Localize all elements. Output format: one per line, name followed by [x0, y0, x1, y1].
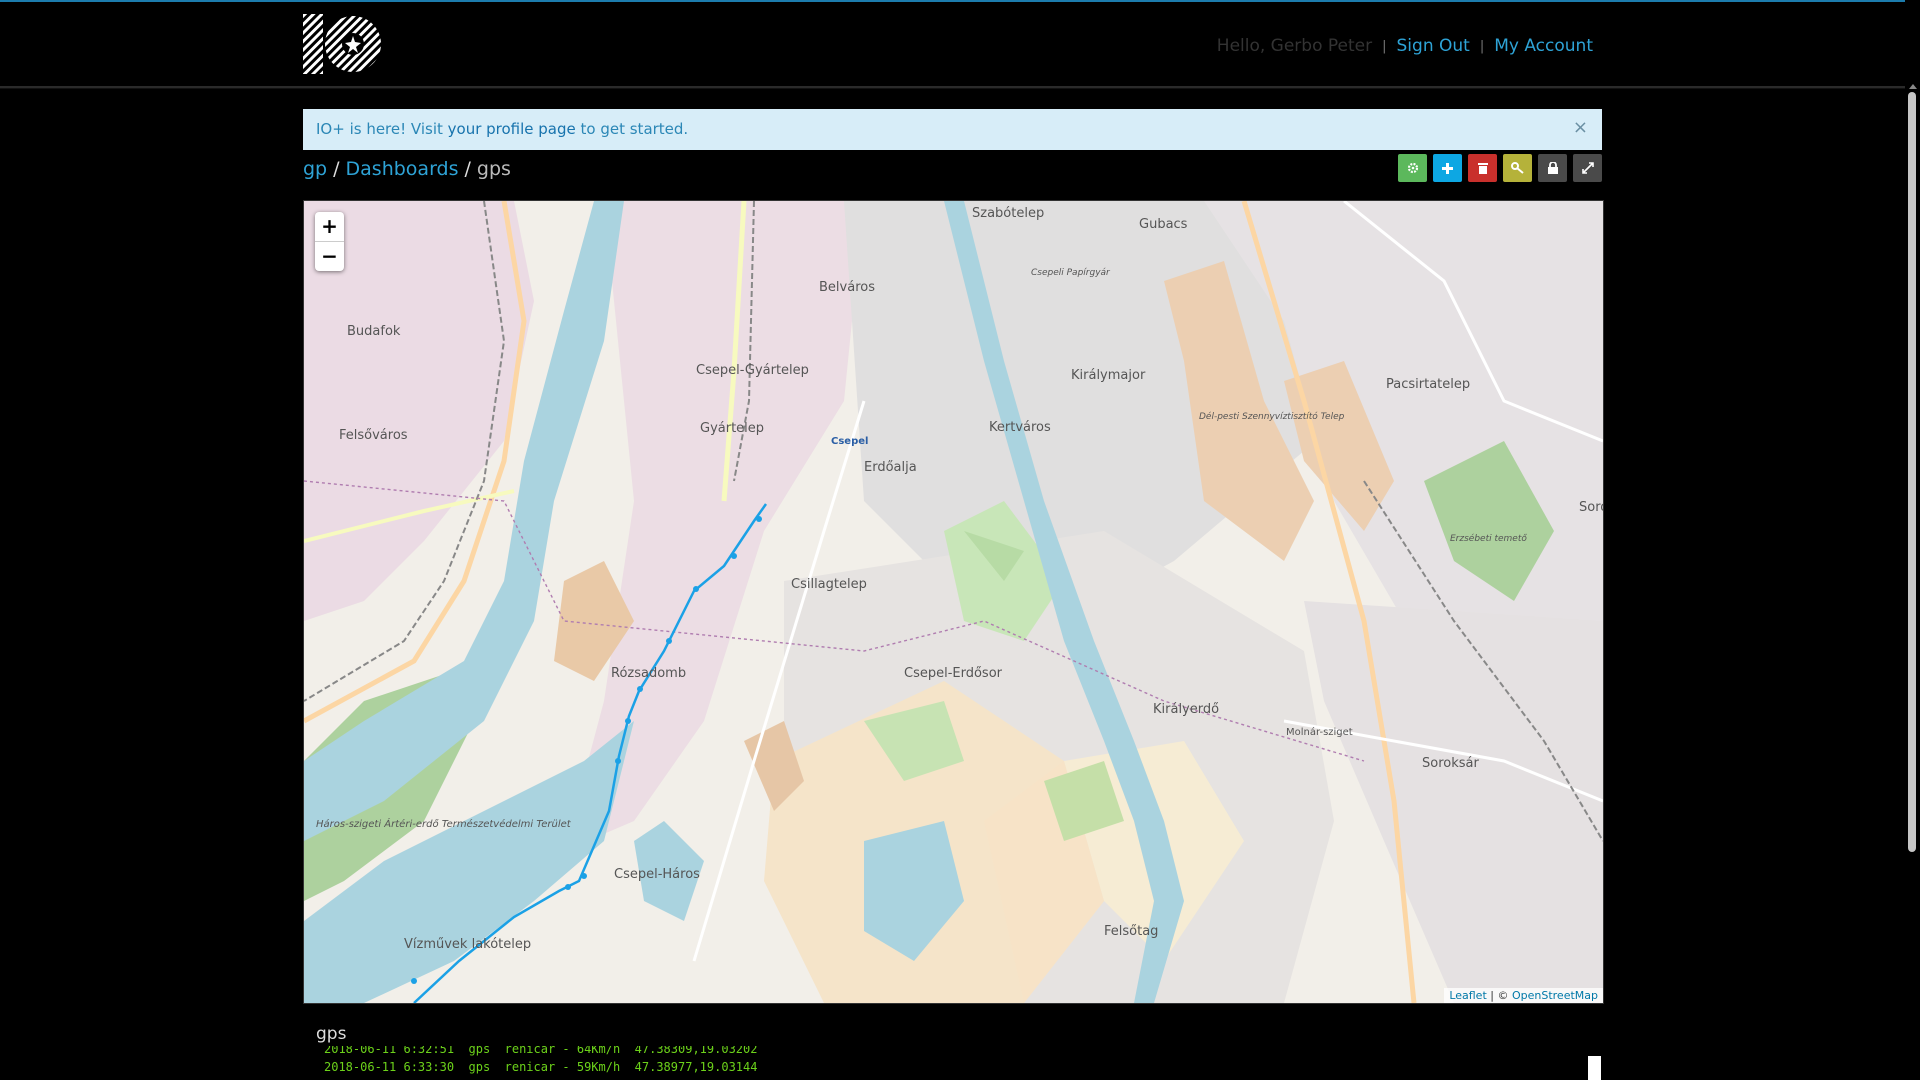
map-label: Dél-pesti Szennyvíztisztító Telep: [1199, 411, 1345, 422]
my-account-link[interactable]: My Account: [1494, 36, 1593, 56]
map-label: Vízművek lakótelep: [404, 937, 531, 952]
log-row: 2018-06-11 6:33:30 gps renicar - 59Km/h …: [324, 1060, 758, 1074]
nav-separator: |: [1479, 38, 1485, 54]
alert-text-suffix: to get started.: [575, 120, 689, 138]
map-label: Soroksá: [1579, 500, 1603, 515]
navbar: Hello, Gerbo Peter | Sign Out | My Accou…: [0, 2, 1905, 88]
profile-page-link[interactable]: your profile page: [448, 120, 576, 138]
map-label: Soroksár: [1422, 756, 1479, 771]
breadcrumb: gp / Dashboards / gps: [303, 158, 511, 180]
map-label: Gubacs: [1139, 217, 1188, 232]
log-scrollbar[interactable]: [1588, 1056, 1601, 1080]
lock-icon: [1547, 162, 1558, 174]
map-label: Csepel-Gyártelep: [696, 363, 809, 378]
breadcrumb-separator: /: [464, 158, 471, 180]
plus-icon: [1442, 162, 1453, 174]
map-label: Erzsébeti temető: [1450, 533, 1527, 544]
map-label: Budafok: [347, 324, 401, 339]
map-attribution: Leaflet | © OpenStreetMap: [1444, 988, 1603, 1003]
trash-icon: [1477, 163, 1488, 174]
breadcrumb-current: gps: [476, 158, 511, 180]
add-widget-button[interactable]: [1433, 154, 1462, 182]
scroll-up-icon[interactable]: [1909, 84, 1917, 89]
gear-icon: [1407, 162, 1418, 174]
map-label: Kertváros: [989, 420, 1051, 435]
widget-title: gps: [316, 1024, 347, 1044]
greeting-text: Hello, Gerbo Peter: [1216, 36, 1373, 56]
nav-separator: |: [1382, 38, 1387, 54]
map-label: Csepel-Háros: [614, 867, 700, 882]
dashboard-toolbar: [1398, 154, 1602, 182]
map-label: Csepel-Erdősor: [904, 666, 1003, 681]
map-label: Királymajor: [1071, 368, 1146, 383]
lock-button[interactable]: [1538, 154, 1567, 182]
key-button[interactable]: [1503, 154, 1532, 182]
map-tiles[interactable]: Szabótelep Gubacs Belváros Budafok Csepe…: [304, 201, 1603, 1003]
map-label: Csepel: [831, 436, 868, 447]
info-alert: IO+ is here! Visit your profile page to …: [303, 109, 1602, 150]
zoom-out-button[interactable]: −: [315, 241, 344, 271]
breadcrumb-gp[interactable]: gp: [303, 158, 327, 180]
map-label: Felsőtag: [1104, 924, 1158, 939]
openstreetmap-link[interactable]: OpenStreetMap: [1512, 989, 1598, 1002]
map-label: Királyerdő: [1153, 702, 1219, 717]
map-label: Belváros: [819, 280, 875, 295]
map-label: Molnár-sziget: [1286, 726, 1353, 738]
map-label: Szabótelep: [972, 206, 1044, 221]
breadcrumb-dashboards[interactable]: Dashboards: [346, 158, 459, 180]
user-nav: Hello, Gerbo Peter | Sign Out | My Accou…: [1217, 36, 1593, 56]
leaflet-link[interactable]: Leaflet: [1449, 989, 1486, 1002]
gps-log[interactable]: 2018-06-11 6:32:51 gps renicar - 64Km/h …: [324, 1046, 1594, 1080]
gps-map[interactable]: Szabótelep Gubacs Belváros Budafok Csepe…: [303, 200, 1604, 1004]
sign-out-link[interactable]: Sign Out: [1397, 36, 1470, 56]
delete-button[interactable]: [1468, 154, 1497, 182]
zoom-control: + −: [315, 212, 344, 271]
io-logo[interactable]: [303, 14, 383, 74]
close-icon[interactable]: ×: [1573, 117, 1588, 138]
scrollbar-thumb[interactable]: [1908, 92, 1916, 852]
log-row: 2018-06-11 6:32:51 gps renicar - 64Km/h …: [324, 1046, 758, 1056]
map-label: Háros-szigeti Ártéri-erdő Természetvédel…: [316, 817, 572, 830]
map-label: Felsőváros: [339, 428, 408, 443]
map-label: Erdőalja: [864, 460, 917, 475]
alert-text-prefix: IO+ is here! Visit: [316, 120, 448, 138]
zoom-in-button[interactable]: +: [315, 212, 344, 241]
expand-icon: [1581, 162, 1594, 174]
map-label: Gyártelep: [700, 421, 764, 436]
fullscreen-button[interactable]: [1573, 154, 1602, 182]
attribution-separator: | ©: [1486, 989, 1512, 1002]
settings-button[interactable]: [1398, 154, 1427, 182]
map-label: Rózsadomb: [611, 666, 686, 681]
page-scrollbar[interactable]: [1905, 0, 1920, 1080]
map-label: Csepeli Papírgyár: [1031, 268, 1111, 278]
map-label: Pacsirtatelep: [1386, 377, 1470, 392]
breadcrumb-separator: /: [333, 158, 340, 180]
map-label: Csillagtelep: [791, 577, 867, 592]
key-icon: [1511, 162, 1524, 174]
